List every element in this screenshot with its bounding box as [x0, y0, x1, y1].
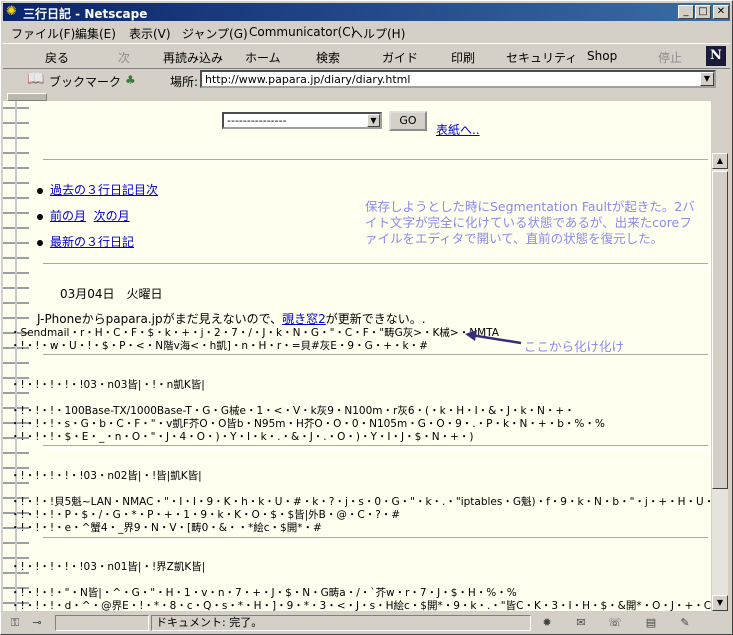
garbled-line: ・!・!・w・U・!・$・P・<・N階v海<・h凱]・n・H・r・=貝#灰E・9…	[10, 340, 428, 352]
bookmark-label[interactable]: ブックマーク	[49, 73, 121, 90]
home-button[interactable]: ホーム	[245, 49, 281, 66]
location-label: 場所:	[170, 75, 199, 89]
toolbar-collapse-tab[interactable]	[7, 93, 47, 101]
scroll-thumb[interactable]	[712, 171, 728, 489]
toolbar-tab-strip	[3, 92, 730, 101]
nav-item-months: 前の月 次の月	[37, 207, 130, 224]
scroll-up-icon[interactable]: ▲	[712, 153, 728, 169]
menu-view[interactable]: 表示(V)	[129, 25, 171, 42]
location-bar: 📖 ブックマーク ♣ 場所: http://www.papara.jp/diar…	[3, 69, 730, 91]
composer-icon[interactable]: ▤	[643, 616, 659, 630]
divider	[43, 354, 708, 358]
progress-bar	[55, 615, 149, 631]
garbled-heading: ・!・!・!・!・!03・n02皆|・!皆|凱K皆|	[10, 470, 202, 482]
menu-go[interactable]: ジャンプ(G)	[182, 25, 248, 42]
menu-help[interactable]: ヘルプ(H)	[351, 25, 405, 42]
netscape-app-icon: ✺	[6, 4, 17, 19]
navigation-toolbar: 戻る 次 再読み込み ホーム 検索 ガイド 印刷 セキュリティ Shop 停止 …	[3, 43, 730, 69]
entry-text-before: J-Phoneからpapara.jpがまだ見えないので、	[37, 312, 283, 326]
stop-button[interactable]: 停止	[658, 49, 682, 66]
garbled-line: ・!・!・!・e・^蟹4・_界9・N・V・[畴0・&・・*絵c・$開*・#	[10, 522, 322, 534]
navigator-icon[interactable]: ✹	[539, 616, 555, 630]
url-field[interactable]: http://www.papara.jp/diary/diary.html ▼	[200, 70, 716, 88]
shop-button[interactable]: Shop	[587, 49, 617, 63]
divider	[43, 445, 708, 449]
guide-button[interactable]: ガイド	[382, 49, 418, 66]
peek-window-link[interactable]: 覗き窓2	[282, 312, 326, 326]
garbled-heading: ・!・!・!・!・!03・n01皆|・!界Z凱K皆|	[10, 561, 206, 573]
maximize-button[interactable]: □	[695, 5, 711, 19]
divider	[43, 537, 708, 541]
archive-select-value: ---------------	[227, 114, 287, 127]
menu-communicator[interactable]: Communicator(C)	[249, 25, 355, 39]
window-title: 三行日記 - Netscape	[23, 7, 148, 21]
reload-button[interactable]: 再読み込み	[163, 49, 223, 66]
bullet-icon	[37, 213, 43, 220]
edit-icon[interactable]: ✎	[677, 616, 693, 630]
go-button[interactable]: GO	[389, 111, 427, 131]
discussions-icon[interactable]: ☏	[607, 616, 623, 630]
nav-item-latest: 最新の３行日記	[37, 233, 134, 250]
security-lock-icon[interactable]: ⚿	[7, 616, 23, 630]
url-dropdown-icon[interactable]: ▼	[700, 72, 714, 86]
connection-icon: ⊸	[32, 616, 42, 629]
bookmark-icon[interactable]: 📖	[27, 71, 49, 87]
minimize-button[interactable]: _	[678, 5, 694, 19]
garbled-heading: ・!・!・!・!・!03・n03皆|・!・n凱K皆|	[10, 379, 205, 391]
print-button[interactable]: 印刷	[451, 49, 475, 66]
garbled-line: ・!・!・!・d・^・@界E・!・*・8・c・Q・s・*・H・]・9・*・3・<…	[10, 600, 711, 611]
nav-item-past: 過去の３行日記目次	[37, 181, 158, 198]
chevron-down-icon[interactable]: ▼	[367, 114, 380, 127]
entry-text-after: が更新できない。.	[325, 312, 426, 326]
menu-file[interactable]: ファイル(F)	[11, 25, 75, 42]
bullet-icon	[37, 187, 43, 194]
garbled-line: ・!・!・!・$・E・_・n・O・"・J・4・O・)・Y・I・k・.・&・J・.…	[10, 431, 474, 443]
url-text: http://www.papara.jp/diary/diary.html	[205, 73, 411, 86]
menu-bar: ファイル(F) 編集(E) 表示(V) ジャンプ(G) Communicator…	[3, 22, 730, 42]
arrow-icon	[465, 330, 522, 345]
latest-diary-link[interactable]: 最新の３行日記	[50, 235, 134, 249]
menu-edit[interactable]: 編集(E)	[75, 25, 116, 42]
annotation-garbled: ここから化け化け	[524, 339, 625, 354]
archive-select[interactable]: --------------- ▼	[222, 112, 382, 129]
back-button[interactable]: 戻る	[45, 49, 69, 66]
page-content: --------------- ▼ GO 表紙へ.. 過去の３行日記目次 前の月…	[3, 101, 711, 611]
entry-date: 03月04日 火曜日	[60, 287, 163, 301]
search-button[interactable]: 検索	[316, 49, 340, 66]
netscape-logo[interactable]: N	[706, 46, 726, 66]
page-proxy-icon[interactable]: ♣	[125, 73, 136, 87]
divider	[43, 263, 708, 267]
cover-link[interactable]: 表紙へ..	[436, 121, 480, 138]
prev-month-link[interactable]: 前の月	[50, 209, 86, 223]
forward-button[interactable]: 次	[118, 49, 130, 66]
close-button[interactable]: ✕	[713, 5, 729, 19]
status-text: ドキュメント: 完了。	[151, 615, 531, 631]
past-index-link[interactable]: 過去の３行日記目次	[50, 183, 158, 197]
scroll-down-icon[interactable]: ▼	[712, 595, 728, 611]
security-button[interactable]: セキュリティ	[506, 49, 577, 66]
bullet-icon	[37, 239, 43, 246]
mail-icon[interactable]: ✉	[573, 616, 589, 630]
title-bar: ✺ 三行日記 - Netscape _ □ ✕	[3, 3, 730, 21]
divider	[43, 159, 708, 163]
next-month-link[interactable]: 次の月	[94, 209, 130, 223]
vertical-scrollbar[interactable]: ▲ ▼	[712, 153, 728, 611]
annotation-note: 保存しようとした時にSegmentation Faultが起きた。2バイト文字が…	[365, 199, 695, 246]
browser-window: ✺ 三行日記 - Netscape _ □ ✕ ファイル(F) 編集(E) 表示…	[0, 0, 733, 635]
status-bar: ⚿ ⊸ ドキュメント: 完了。 ✹ ✉ ☏ ▤ ✎	[3, 613, 730, 633]
